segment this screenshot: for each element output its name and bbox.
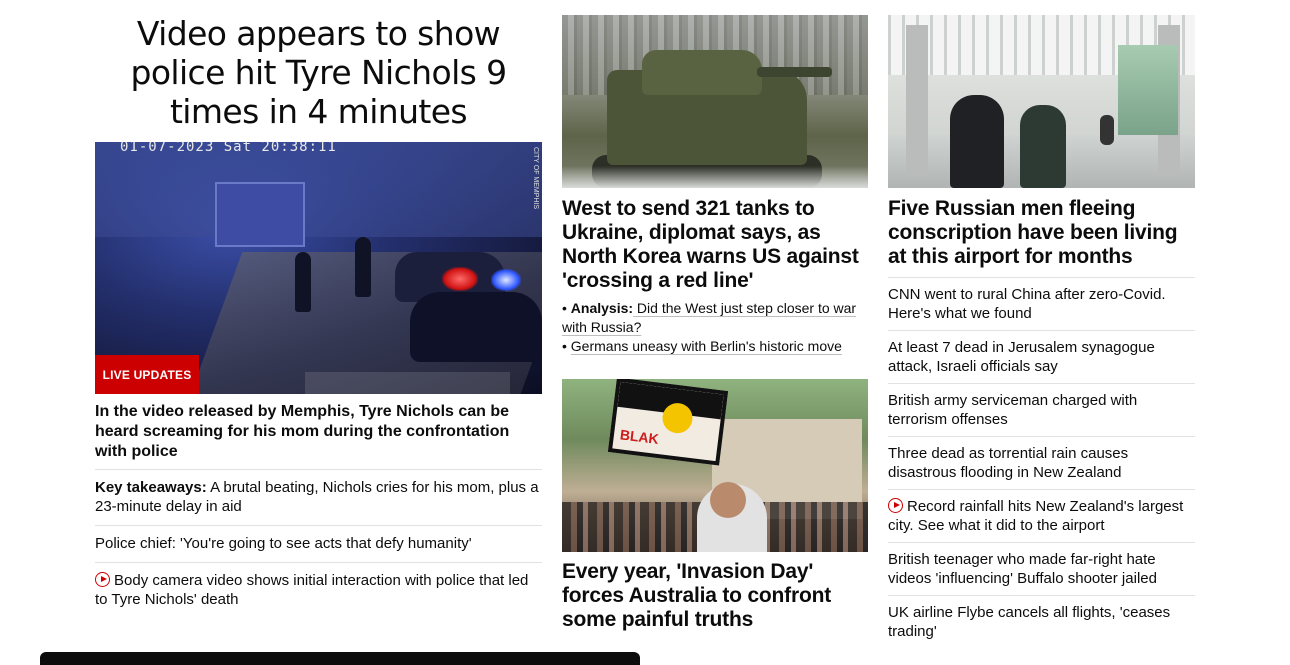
list-item-text: Record rainfall hits New Zealand's large…: [888, 498, 1184, 534]
image-truck: [215, 182, 305, 247]
sign-text: BLAK: [619, 426, 660, 447]
image-person: [355, 237, 371, 297]
tank-gun: [757, 67, 832, 77]
airport-image[interactable]: [888, 15, 1195, 188]
headline-list-item[interactable]: CNN went to rural China after zero-Covid…: [888, 277, 1195, 330]
image-blur-overlay: [305, 372, 510, 394]
headline-list-item[interactable]: At least 7 dead in Jerusalem synagogue a…: [888, 330, 1195, 383]
list-item-text: Police chief: 'You're going to see acts …: [95, 535, 472, 552]
live-updates-badge[interactable]: LIVE UPDATES: [95, 355, 199, 394]
related-links: • Analysis: Did the West just step close…: [562, 299, 868, 356]
lead-list-item[interactable]: Key takeaways: A brutal beating, Nichols…: [95, 469, 542, 525]
bottom-video-bar[interactable]: [40, 652, 640, 665]
headline-list-item[interactable]: British teenager who made far-right hate…: [888, 542, 1195, 595]
protest-sign: BLAK: [607, 379, 729, 466]
image-car: [410, 292, 542, 362]
lead-headline[interactable]: Video appears to show police hit Tyre Ni…: [95, 12, 542, 142]
image-person: [1100, 115, 1114, 145]
image-pillar: [906, 25, 928, 175]
tank-image[interactable]: [562, 15, 868, 188]
tank-turret: [642, 50, 762, 95]
headline-list: CNN went to rural China after zero-Covid…: [888, 277, 1195, 648]
airport-headline[interactable]: Five Russian men fleeing conscription ha…: [888, 197, 1195, 269]
image-person: [295, 252, 311, 312]
image-person: [1020, 105, 1066, 188]
tanks-headline[interactable]: West to send 321 tanks to Ukraine, diplo…: [562, 197, 868, 293]
lead-image[interactable]: 01-07-2023 Sat 20:38:11 CITY OF MEMPHIS …: [95, 142, 542, 394]
image-credit: CITY OF MEMPHIS: [532, 147, 539, 210]
video-timestamp: 01-07-2023 Sat 20:38:11: [120, 142, 337, 155]
image-green-wall: [1118, 45, 1178, 135]
lead-list-item[interactable]: Body camera video shows initial interact…: [95, 562, 542, 618]
lead-story: Video appears to show police hit Tyre Ni…: [95, 12, 542, 618]
headline-list-item[interactable]: British army serviceman charged with ter…: [888, 383, 1195, 436]
lead-list-item[interactable]: Police chief: 'You're going to see acts …: [95, 525, 542, 562]
right-column: Five Russian men fleeing conscription ha…: [888, 15, 1195, 648]
headline-list-item[interactable]: UK airline Flybe cancels all flights, 'c…: [888, 595, 1195, 648]
lead-caption[interactable]: In the video released by Memphis, Tyre N…: [95, 402, 542, 469]
middle-column: West to send 321 tanks to Ukraine, diplo…: [562, 15, 868, 632]
image-snow: [562, 166, 868, 188]
image-blue-light: [491, 269, 521, 291]
related-text: Germans uneasy with Berlin's historic mo…: [570, 338, 842, 354]
related-link[interactable]: • Germans uneasy with Berlin's historic …: [562, 337, 868, 356]
list-item-prefix: Key takeaways:: [95, 479, 207, 496]
invasion-day-headline[interactable]: Every year, 'Invasion Day' forces Austra…: [562, 560, 868, 632]
play-icon: [95, 572, 110, 587]
image-background: [95, 142, 542, 237]
image-person: [950, 95, 1004, 188]
play-icon: [888, 498, 903, 513]
rally-image[interactable]: BLAK: [562, 379, 868, 552]
image-head: [710, 482, 746, 518]
list-item-text: Body camera video shows initial interact…: [95, 572, 529, 608]
related-link[interactable]: • Analysis: Did the West just step close…: [562, 299, 868, 337]
image-red-light: [442, 267, 478, 291]
headline-list-item[interactable]: Record rainfall hits New Zealand's large…: [888, 489, 1195, 542]
related-prefix: Analysis:: [570, 300, 634, 316]
headline-list-item[interactable]: Three dead as torrential rain causes dis…: [888, 436, 1195, 489]
